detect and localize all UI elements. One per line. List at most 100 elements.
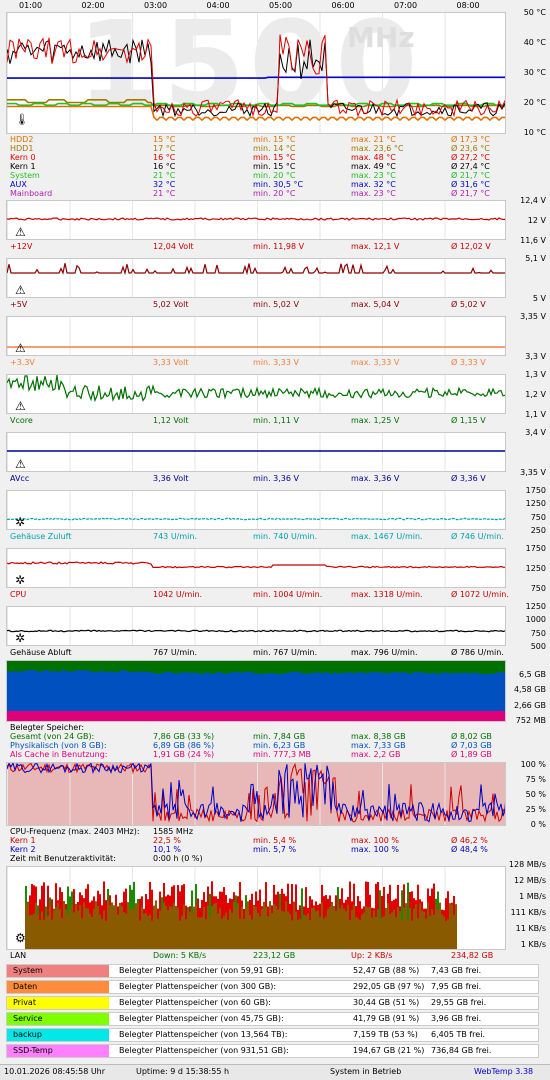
legend-cur: 1042 U/min. [153,590,203,599]
legend-name: Als Cache in Benutzung: [10,750,108,759]
lan-up-bar [137,903,139,949]
memory-title: Belegter Speicher: [10,723,85,732]
lan-up-bar [29,915,31,949]
voltage-warning-icon: ⚠ [15,457,26,471]
lan-up-bar [367,907,369,949]
lan-up-bar [245,906,247,949]
legend-cur: 12,04 Volt [153,242,194,251]
sensor-axis: 5,1 V 5 V [506,254,550,304]
sensor-series-line [7,629,505,633]
voltage-chart: ⚠ [6,316,506,356]
legend-min: min. 3,36 V [253,474,299,483]
status-datetime: 10.01.2026 08:45:58 Uhr [4,1067,106,1076]
drive-free: 7,43 GB frei. [431,966,482,975]
axis-tick-label: 12,4 V [520,196,546,205]
legend-min: min. 15 °C [253,162,296,171]
axis-tick-label: 4,58 GB [513,685,546,695]
lan-up-bar [97,905,99,949]
legend-max: max. 23,6 °C [351,144,404,153]
axis-tick-label: 11 KB/s [515,924,546,933]
sensor-series-line [7,262,505,276]
legend-min: min. 3,33 V [253,358,299,367]
lan-up-bar [195,904,197,949]
lan-up-bar [361,914,363,949]
legend-name: Kern 1 [10,836,36,845]
legend-cur: 1,12 Volt [153,416,189,425]
legend-avg: Ø 12,02 V [451,242,491,251]
legend-cur: 21 °C [153,189,176,198]
axis-tick-label: 1000 [525,615,546,625]
lan-up-bar [125,913,127,949]
lan-up-bar [253,906,255,949]
legend-max: max. 23 °C [351,189,396,198]
lan-up-bar [231,912,233,949]
lan-up-bar [53,909,55,949]
lan-up-bar [55,906,57,949]
voltage-plot [7,450,505,452]
legend-avg: Ø 46,2 % [451,836,488,845]
drive-free: 3,96 GB frei. [431,1014,482,1023]
lan-up-bar [257,912,259,949]
drive-usage-label: Belegter Plattenspeicher (von 13,564 TB)… [119,1030,288,1039]
legend-avg: Ø 5,02 V [451,300,486,309]
drive-usage-label: Belegter Plattenspeicher (von 931,51 GB)… [119,1046,289,1055]
lan-up-bar [411,920,413,949]
lan-up-bar [213,904,215,949]
lan-up-bar [333,905,335,949]
lan-up-bar [377,909,379,949]
lan-up-bar [299,918,301,949]
hour-label: 02:00 [81,1,105,10]
lan-up-bar [85,908,87,949]
lan-up-bar [433,914,435,949]
legend-avg: Ø 21,7 °C [451,189,490,198]
lan-up-bar [123,911,125,949]
drive-free: 29,55 GB frei. [431,998,487,1007]
lan-up-bar [371,917,373,949]
fan-chart: ✲ [6,606,506,646]
lan-up-bar [221,918,223,949]
lan-up-bar [225,912,227,949]
legend-min: min. 740 U/min. [253,532,318,541]
axis-tick-label: 50 % [525,790,546,799]
legend-max: max. 2,2 GB [351,750,401,759]
lan-up-bar [39,920,41,949]
lan-up-bar [421,910,423,949]
sensor-axis: 1250 1000 750 500 [506,602,550,652]
lan-up-bar [127,902,129,949]
memory-cache-area [7,711,505,721]
voltage-plot [7,217,505,221]
drive-used: 194,67 GB (21 %) [353,1046,425,1055]
hour-label: 07:00 [394,1,418,10]
lan-up-bar [415,904,417,949]
sensor-legend: CPU 1042 U/min. min. 1004 U/min. max. 1318 … [0,589,510,601]
lan-up-bar [455,905,457,949]
axis-tick-label: 3,35 V [520,312,546,321]
drive-free: 736,84 GB frei. [431,1046,492,1055]
legend-row: +5V 5,02 Volt min. 5,02 V max. 5,04 V Ø 5,02… [10,300,510,310]
fan-icon: ✲ [15,573,26,587]
drive-free: 7,95 GB frei. [431,982,482,991]
lan-up-bar [75,903,77,949]
lan-up-bar [397,907,399,949]
legend-avg: Ø 23,6 °C [451,144,490,153]
app-version-link[interactable]: WebTemp 3.38 [474,1067,533,1076]
lan-up-bar [365,906,367,949]
lan-up-bar [319,916,321,949]
user-activity-value: 0:00 h (0 %) [153,854,203,863]
lan-traffic-chart: ⚙ [6,866,506,950]
temperature-axis: 50 °C 40 °C 30 °C 20 °C 10 °C [506,0,550,140]
legend-name: Gesamt (von 24 GB): [10,732,95,741]
legend-cur: 7,86 GB (33 %) [153,732,215,741]
lan-up-bar [45,917,47,949]
memory-chart [6,660,506,722]
lan-up-bar [183,904,185,949]
lan-up-bar [49,905,51,949]
lan-name: LAN [10,951,27,960]
legend-cur: 10,1 % [153,845,181,854]
legend-name: HDD1 [10,144,34,153]
lan-up-bar [43,919,45,949]
legend-cur: 3,33 Volt [153,358,189,367]
legend-name: HDD2 [10,135,34,144]
fan-chart: ✲ [6,490,506,530]
lan-up-bar [243,918,245,949]
